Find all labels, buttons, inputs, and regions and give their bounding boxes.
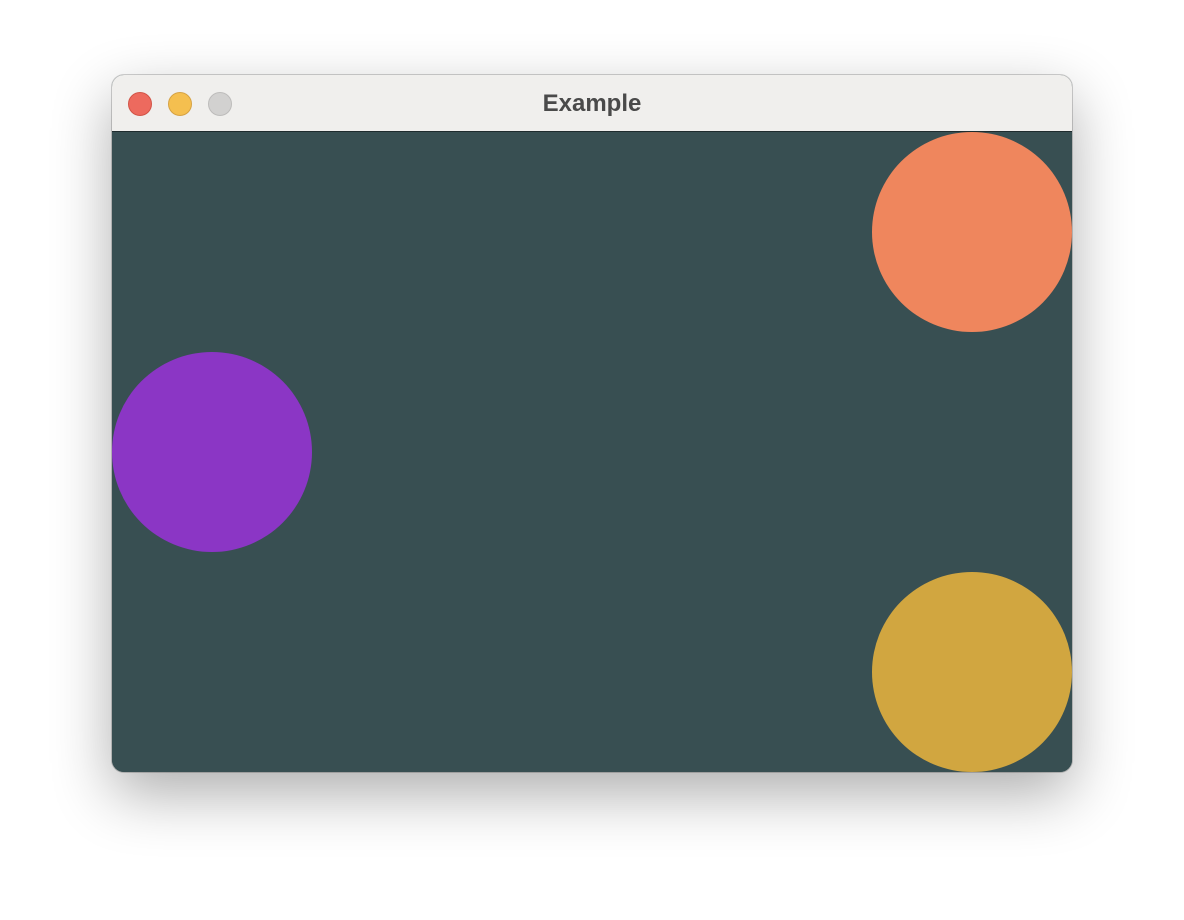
purple-circle xyxy=(112,352,312,552)
title-bar[interactable]: Example xyxy=(112,75,1072,132)
window-title: Example xyxy=(542,90,642,117)
drawing-canvas xyxy=(112,132,1072,772)
orange-circle xyxy=(872,132,1072,332)
app-window: Example xyxy=(112,75,1072,772)
gold-circle xyxy=(872,572,1072,772)
